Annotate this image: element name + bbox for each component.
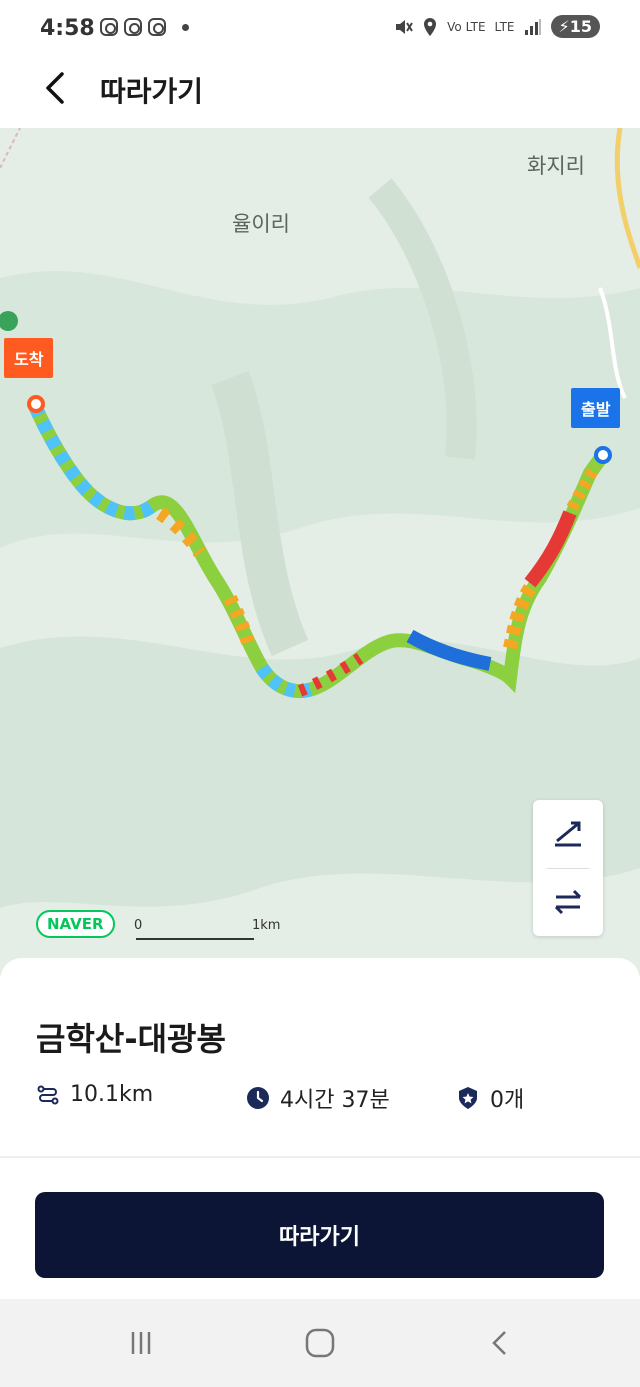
place-label: 율이리 [232, 212, 290, 236]
instagram-icon [124, 18, 142, 36]
divider [0, 1156, 640, 1158]
clock-icon [247, 1087, 269, 1109]
instagram-icon [100, 18, 118, 36]
status-bar: 4:58 Vo LTE LTE ⚡15 [0, 0, 640, 58]
volte-label: Vo LTE [447, 19, 486, 34]
course-name: 금학산-대광봉 [36, 1020, 226, 1058]
distance-stat: 10.1km [36, 1082, 153, 1107]
departure-marker: 출발 [571, 388, 621, 428]
status-time: 4:58 [40, 16, 95, 41]
map-scale: 0 1km [134, 918, 280, 940]
map-tools [533, 800, 603, 936]
system-back-button[interactable] [475, 1321, 525, 1365]
home-icon [305, 1328, 335, 1358]
follow-button[interactable]: 따라가기 [35, 1192, 604, 1278]
location-icon [424, 17, 437, 36]
network-type: LTE [494, 19, 515, 34]
elevation-toggle-button[interactable] [533, 800, 603, 868]
app-header: 따라가기 [0, 58, 640, 128]
arrival-marker: 도착 [4, 338, 54, 378]
elevation-icon [555, 821, 581, 847]
swap-icon [554, 889, 582, 915]
route-map[interactable]: 율이리 화지리 도착 출발 NAVER 0 1km [0, 128, 640, 978]
duration-stat: 4시간 37분 [246, 1082, 390, 1114]
battery-level: ⚡15 [550, 15, 600, 38]
course-stats: 10.1km 4시간 37분 0개 [36, 1082, 616, 1114]
back-icon [492, 1331, 506, 1355]
mute-icon [396, 19, 414, 34]
route-icon [37, 1085, 59, 1104]
recent-apps-icon [131, 1332, 151, 1354]
badge-shield-icon [459, 1087, 477, 1109]
badge-stat: 0개 [456, 1082, 524, 1114]
place-label: 화지리 [527, 154, 585, 178]
recent-apps-button[interactable] [116, 1321, 166, 1365]
naver-logo: NAVER [36, 910, 115, 938]
instagram-icon [148, 18, 166, 36]
system-nav-bar [0, 1299, 640, 1387]
more-notifications-dot [182, 23, 189, 31]
page-title: 따라가기 [100, 75, 204, 108]
home-button[interactable] [295, 1321, 345, 1365]
status-right: Vo LTE LTE ⚡15 [393, 15, 600, 38]
signal-icon [524, 18, 541, 35]
reverse-route-button[interactable] [533, 868, 603, 936]
back-arrow-icon[interactable] [36, 68, 76, 108]
course-info-sheet: 금학산-대광봉 10.1km 4시간 37분 0개 따라가기 [0, 958, 640, 1299]
notification-icons [100, 18, 189, 36]
